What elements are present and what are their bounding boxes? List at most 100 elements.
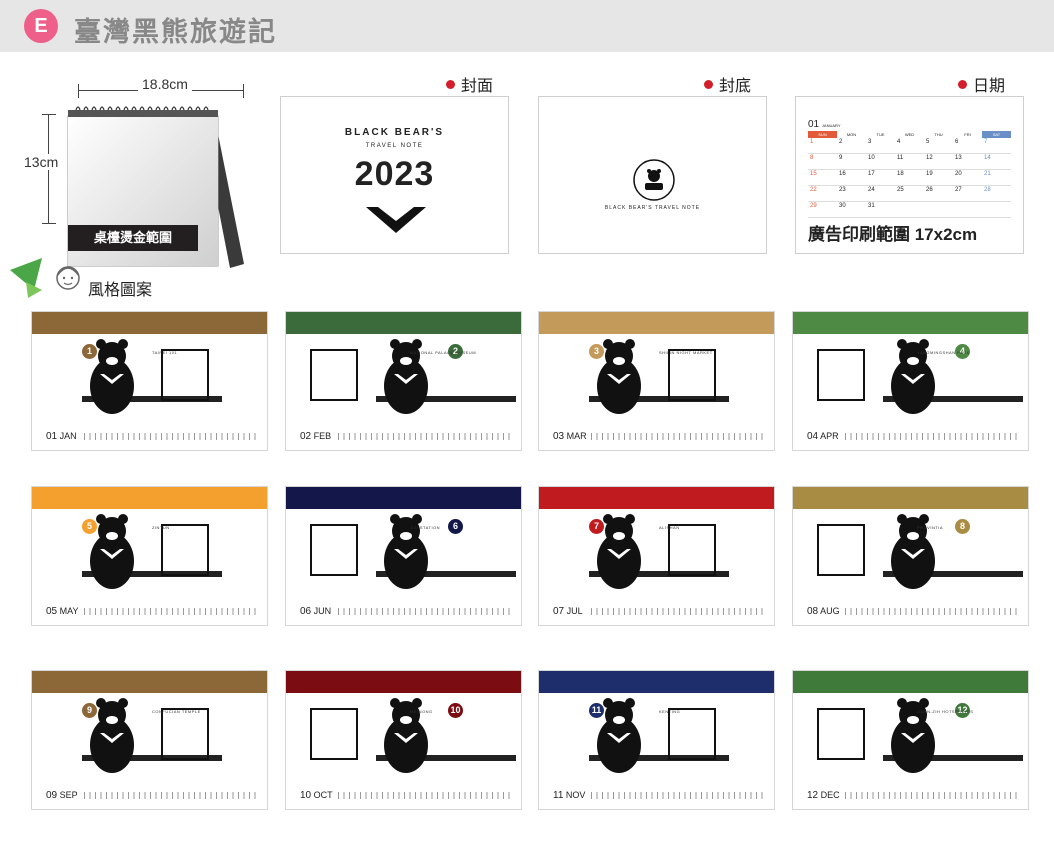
calendar-prototype: 18.8cm 13cm 桌檯燙金範圍 (20, 76, 250, 273)
day-cell: 22 (810, 187, 817, 193)
landmark-shape (668, 349, 716, 401)
place-label: JIJI STATION (410, 525, 441, 530)
month-illustration (310, 514, 516, 589)
week-row: 8 9 10 11 12 13 14 (808, 154, 1011, 170)
bear-muzzle (613, 716, 625, 724)
month-label: 02 FEB (300, 431, 331, 442)
day-cell: 11 (897, 155, 904, 161)
day-strip (845, 608, 1020, 615)
bear-v-mark-icon (366, 207, 426, 233)
month-card-12: 12 GUAN-ZIH HOTSPRINGS 12 DEC (792, 670, 1029, 810)
place-label: ZINTUN (152, 525, 170, 530)
weekday-cell: MON (846, 132, 857, 137)
bear-ear (390, 339, 400, 349)
day-strip (84, 433, 259, 440)
week-row: 15 16 17 18 19 20 21 (808, 170, 1011, 186)
month-illustration (589, 514, 729, 589)
month-number-badge: 10 (448, 703, 463, 718)
date-grid: SUN MON TUE WED THU FRI SAT 1 2 3 4 5 6 7 8 9 10 11 12 13 14… (808, 131, 1011, 218)
month-illustration (817, 514, 1023, 589)
day-strip (338, 433, 513, 440)
style-label: 風格圖案 (88, 282, 153, 299)
month-label: 11 NOV (553, 790, 585, 801)
height-label: 13cm (24, 154, 59, 170)
month-number-badge: 11 (589, 703, 604, 718)
weekday-cell: WED (904, 132, 915, 137)
day-cell: 8 (810, 155, 814, 161)
month-number-badge: 3 (589, 344, 604, 359)
month-illustration (817, 698, 1023, 773)
bear-ear (96, 339, 106, 349)
week-row: 22 23 24 25 26 27 28 (808, 186, 1011, 202)
month-illustration (817, 339, 1023, 414)
month-label: 05 MAY (46, 606, 78, 617)
weekday-cell: FRI (964, 132, 971, 137)
place-label: GUAN-ZIH HOTSPRINGS (917, 709, 974, 714)
landmark-shape (161, 349, 209, 401)
bear-ear (897, 514, 907, 524)
landmark-shape (310, 349, 358, 401)
month-color-band (32, 671, 267, 693)
month-color-band (32, 487, 267, 509)
month-illustration (82, 698, 222, 773)
bear-muzzle (907, 532, 919, 540)
month-number: 03 (553, 431, 565, 442)
day-cell: 31 (868, 203, 875, 209)
day-strip (591, 792, 766, 799)
red-dot-icon (446, 80, 455, 89)
month-number: 07 (553, 606, 565, 617)
width-dimension: 18.8cm (78, 76, 244, 98)
month-number: 10 (300, 790, 312, 801)
month-name: AUG (818, 606, 840, 616)
month-color-band (539, 671, 774, 693)
day-cell: 12 (926, 155, 933, 161)
day-cell: 1 (810, 139, 814, 145)
day-strip (338, 792, 513, 799)
weekday-cell: SAT (982, 131, 1011, 138)
month-number: 09 (46, 790, 58, 801)
month-number: 02 (300, 431, 312, 442)
bear-ear (96, 514, 106, 524)
place-label: YANGMINGSHAN PARK (917, 350, 970, 355)
day-cell: 27 (955, 187, 962, 193)
place-label: CONFUCIAN TEMPLE (152, 709, 201, 714)
month-card-09: 9 CONFUCIAN TEMPLE 09 SEP (31, 670, 268, 810)
day-cell: 18 (897, 171, 904, 177)
bear-muzzle (907, 716, 919, 724)
month-number-badge: 1 (82, 344, 97, 359)
month-card-01: 1 TAIPEI 101 01 JAN (31, 311, 268, 451)
bear-ear (412, 514, 422, 524)
day-strip (845, 792, 1020, 799)
landmark-shape (161, 708, 209, 760)
width-label: 18.8cm (138, 76, 192, 92)
month-label: 10 OCT (300, 790, 333, 801)
bear-ear (118, 514, 128, 524)
month-color-band (286, 312, 521, 334)
place-label: KENTING (659, 709, 681, 714)
place-label: SHILIN NIGHT MARKET (659, 350, 713, 355)
day-strip (84, 792, 259, 799)
day-cell (982, 202, 1011, 217)
month-name: JUN (311, 606, 332, 616)
bear-muzzle (106, 716, 118, 724)
red-dot-icon (704, 80, 713, 89)
day-cell: 23 (839, 187, 846, 193)
day-strip (845, 433, 1020, 440)
bear-ear (919, 698, 929, 708)
month-name: JAN (57, 431, 77, 441)
landmark-shape (668, 708, 716, 760)
label-date: 日期 (958, 72, 1005, 96)
month-label: 12 DEC (807, 790, 840, 801)
month-color-band (539, 312, 774, 334)
month-illustration (310, 339, 516, 414)
month-illustration (589, 698, 729, 773)
date-panel: 01 JANUARY SUN MON TUE WED THU FRI SAT 1 2 3 4 5 6 7 8… (795, 96, 1024, 254)
bear-ear (897, 698, 907, 708)
page-title: 臺灣黑熊旅遊記 (74, 17, 277, 47)
day-cell: 28 (984, 187, 991, 193)
day-cell: 3 (868, 139, 872, 145)
landmark-shape (817, 349, 865, 401)
month-number: 05 (46, 606, 58, 617)
month-number-badge: 8 (955, 519, 970, 534)
month-color-band (539, 487, 774, 509)
